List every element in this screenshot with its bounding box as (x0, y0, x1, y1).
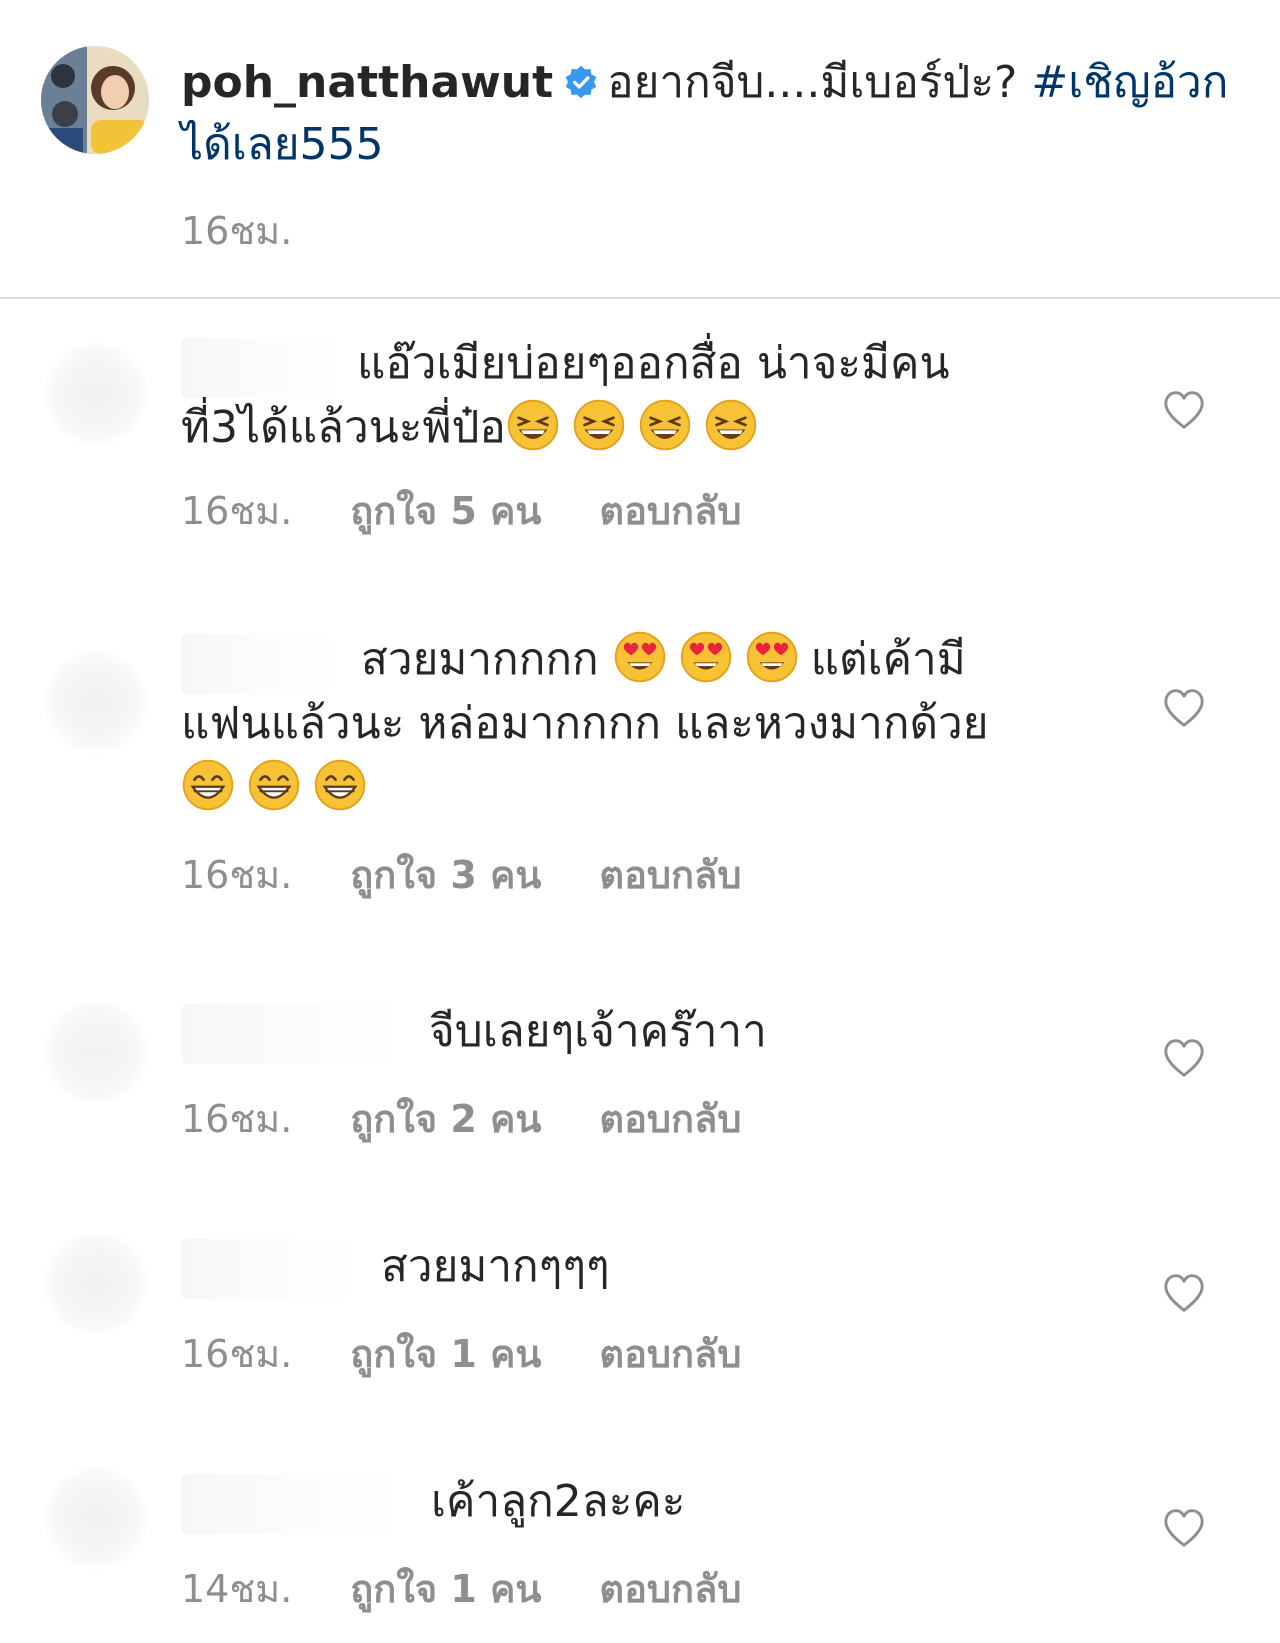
post-caption: poh_natthawut อยากจีบ....มีเบอร์ป่ะ? #เช… (0, 0, 1280, 298)
comment-text: เค้าลูก2ละคะ (181, 1470, 1031, 1534)
grinning-emoji-icon (182, 759, 234, 811)
emoji-group (613, 631, 811, 685)
comment-avatar[interactable] (44, 1231, 148, 1335)
poster-avatar[interactable] (41, 46, 149, 154)
heart-eyes-emoji-icon (746, 631, 797, 683)
laughing-emoji-icon (573, 399, 625, 451)
comment-meta: 16ชม. ถูกใจ 5 คน ตอบกลับ (181, 480, 741, 541)
reply-button[interactable]: ตอบกลับ (599, 1088, 741, 1149)
comment-timestamp: 16ชม. (181, 853, 293, 897)
laughing-emoji-icon (507, 399, 559, 451)
comment-text: จีบเลยๆเจ้าคร๊าาา (181, 1000, 1031, 1064)
comment-meta: 16ชม. ถูกใจ 1 คน ตอบกลับ (181, 1323, 741, 1384)
laughing-emoji-icon (639, 399, 691, 451)
caption-message: อยากจีบ....มีเบอร์ป่ะ? (607, 57, 1018, 108)
comment-timestamp: 16ชม. (181, 1097, 293, 1141)
comment-text: สวยมากๆๆๆ (181, 1235, 1031, 1299)
comment-avatar[interactable] (44, 1000, 148, 1104)
comment-meta: 16ชม. ถูกใจ 3 คน ตอบกลับ (181, 844, 741, 905)
comment-timestamp: 16ชม. (181, 489, 293, 533)
heart-outline-icon[interactable] (1162, 390, 1206, 430)
verified-badge-icon (565, 65, 597, 99)
grinning-emoji-icon (314, 759, 366, 811)
comment-text-body: จีบเลยๆเจ้าคร๊าาา (429, 1006, 767, 1057)
emoji-group (181, 759, 379, 813)
heart-eyes-emoji-icon (680, 631, 731, 683)
heart-outline-icon[interactable] (1162, 1273, 1206, 1313)
emoji-group (506, 399, 770, 453)
reply-button[interactable]: ตอบกลับ (599, 1558, 741, 1619)
reply-button[interactable]: ตอบกลับ (599, 480, 741, 541)
grinning-emoji-icon (248, 759, 300, 811)
poster-username[interactable]: poh_natthawut (181, 57, 553, 108)
comment-text-body: สวยมากกกก (361, 634, 599, 685)
comment-likes-link[interactable]: ถูกใจ 1 คน (350, 1323, 541, 1384)
comment-meta: 14ชม. ถูกใจ 1 คน ตอบกลับ (181, 1558, 741, 1619)
caption-body: poh_natthawut อยากจีบ....มีเบอร์ป่ะ? #เช… (181, 52, 1241, 176)
reply-button[interactable]: ตอบกลับ (599, 1323, 741, 1384)
heart-outline-icon[interactable] (1162, 1508, 1206, 1548)
comment-avatar[interactable] (44, 650, 148, 754)
comment-avatar[interactable] (44, 1466, 148, 1570)
laughing-emoji-icon (705, 399, 757, 451)
comment-text: สวยมากกกก แต่เค้ามีแฟนแล้วนะ หล่อมากกกก … (181, 628, 1031, 820)
comment-likes-link[interactable]: ถูกใจ 3 คน (350, 844, 541, 905)
comment-text-body: เค้าลูก2ละคะ (431, 1476, 686, 1527)
heart-outline-icon[interactable] (1162, 688, 1206, 728)
divider (0, 297, 1280, 299)
reply-button[interactable]: ตอบกลับ (599, 844, 741, 905)
comment-likes-link[interactable]: ถูกใจ 5 คน (350, 480, 541, 541)
heart-outline-icon[interactable] (1162, 1038, 1206, 1078)
comment-timestamp: 14ชม. (181, 1567, 293, 1611)
comment-text-body: สวยมากๆๆๆ (381, 1241, 610, 1292)
comment-likes-link[interactable]: ถูกใจ 2 คน (350, 1088, 541, 1149)
comment-avatar[interactable] (44, 342, 148, 446)
comment-timestamp: 16ชม. (181, 1332, 293, 1376)
comment-likes-link[interactable]: ถูกใจ 1 คน (350, 1558, 541, 1619)
comment-meta: 16ชม. ถูกใจ 2 คน ตอบกลับ (181, 1088, 741, 1149)
comment-text: แอ๊วเมียบ่อยๆออกสื่อ น่าจะมีคนที่3ได้แล้… (181, 332, 1031, 460)
caption-timestamp: 16ชม. (181, 209, 293, 253)
heart-eyes-emoji-icon (614, 631, 665, 683)
